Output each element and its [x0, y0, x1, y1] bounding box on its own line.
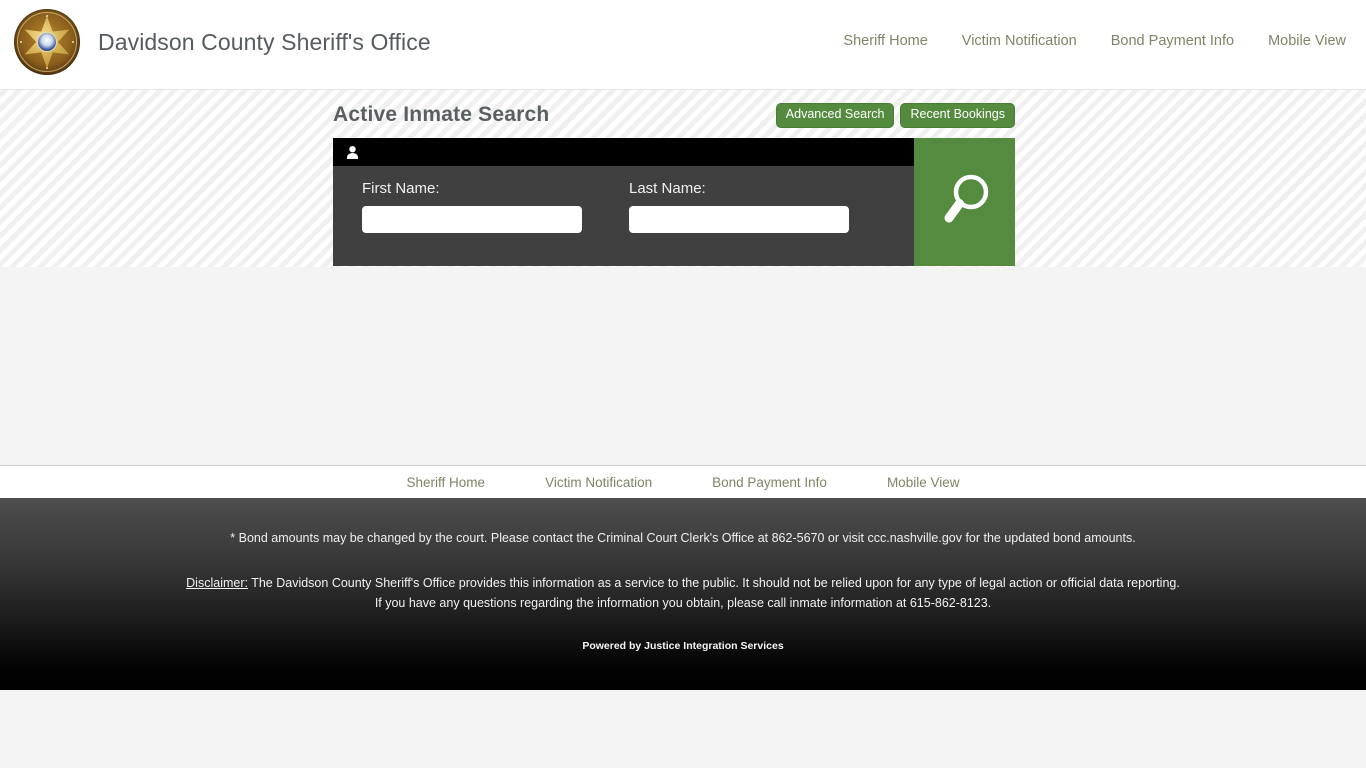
- nav-link-victim-notification[interactable]: Victim Notification: [962, 33, 1077, 49]
- page-bottom-spacer: [0, 690, 1366, 768]
- search-submit-button[interactable]: [914, 138, 1015, 266]
- bond-note: * Bond amounts may be changed by the cou…: [0, 529, 1366, 547]
- last-name-field-group: Last Name:: [629, 180, 849, 233]
- disclaimer-line-2: If you have any questions regarding the …: [0, 593, 1366, 613]
- first-name-input[interactable]: [362, 206, 582, 233]
- disclaimer-text-1: The Davidson County Sheriff's Office pro…: [248, 576, 1180, 590]
- nav-link-sheriff-home[interactable]: Sheriff Home: [843, 33, 927, 49]
- recent-bookings-button[interactable]: Recent Bookings: [900, 103, 1015, 128]
- first-name-field-group: First Name:: [362, 180, 629, 233]
- first-name-label: First Name:: [362, 180, 629, 197]
- page-title: Active Inmate Search: [333, 103, 549, 127]
- disclaimer-block: Disclaimer: The Davidson County Sheriff'…: [0, 573, 1366, 613]
- disclaimer-line-1: Disclaimer: The Davidson County Sheriff'…: [0, 573, 1366, 593]
- site-footer: * Bond amounts may be changed by the cou…: [0, 498, 1366, 690]
- sheriff-star-badge-icon: [14, 9, 80, 75]
- disclaimer-label: Disclaimer:: [186, 576, 248, 590]
- person-search-panel-main: Person Search First Name: Last Name:: [333, 138, 914, 266]
- site-header: Davidson County Sheriff's Office Sheriff…: [0, 0, 1366, 90]
- results-area: [0, 267, 1366, 466]
- footer-link-victim-notification[interactable]: Victim Notification: [545, 475, 652, 490]
- person-search-panel-body: First Name: Last Name:: [333, 166, 914, 233]
- nav-link-bond-payment-info[interactable]: Bond Payment Info: [1111, 33, 1234, 49]
- footer-link-bond-payment-info[interactable]: Bond Payment Info: [712, 475, 827, 490]
- nav-link-mobile-view[interactable]: Mobile View: [1268, 33, 1346, 49]
- title-actions: Advanced Search Recent Bookings: [776, 103, 1015, 128]
- powered-by-label: Powered by Justice Integration Services: [0, 640, 1366, 652]
- last-name-label: Last Name:: [629, 180, 849, 197]
- advanced-search-button[interactable]: Advanced Search: [776, 103, 895, 128]
- brand-title: Davidson County Sheriff's Office: [98, 29, 431, 56]
- magnifier-icon: [937, 171, 993, 233]
- person-search-panel-header-label: Person Search: [366, 143, 472, 161]
- footer-navigation: Sheriff Home Victim Notification Bond Pa…: [0, 466, 1366, 498]
- person-search-panel-header: Person Search: [333, 138, 914, 166]
- top-navigation: Sheriff Home Victim Notification Bond Pa…: [843, 33, 1346, 49]
- person-search-panel: Person Search First Name: Last Name:: [333, 138, 1015, 266]
- content-band: Active Inmate Search Advanced Search Rec…: [0, 90, 1366, 267]
- person-icon: [347, 146, 358, 159]
- footer-link-mobile-view[interactable]: Mobile View: [887, 475, 960, 490]
- last-name-input[interactable]: [629, 206, 849, 233]
- title-row: Active Inmate Search Advanced Search Rec…: [333, 103, 1015, 128]
- brand[interactable]: Davidson County Sheriff's Office: [14, 9, 431, 75]
- footer-link-sheriff-home[interactable]: Sheriff Home: [407, 475, 486, 490]
